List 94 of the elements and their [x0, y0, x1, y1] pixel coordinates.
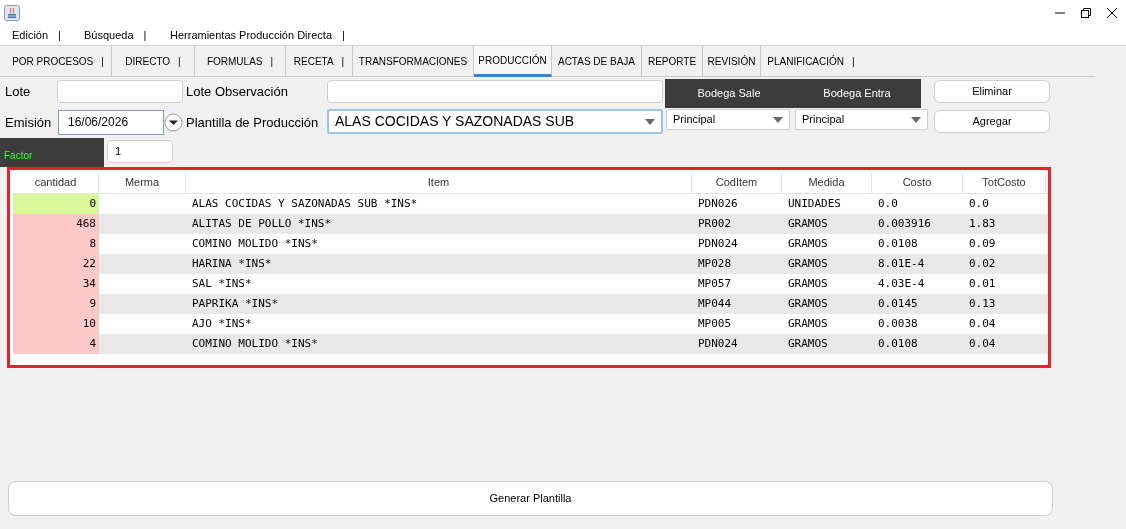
table-cell-text: 8.01E-4 [877, 256, 926, 272]
close-icon[interactable] [1106, 6, 1118, 19]
lote-field[interactable] [57, 80, 183, 103]
table-cell-text: 0.01 [968, 276, 997, 292]
table-cell-text: ALITAS DE POLLO *INS* [191, 216, 333, 232]
template-dropdown[interactable]: ALAS COCIDAS Y SAZONADAS SUB [327, 109, 663, 134]
field-label: Emisión [5, 114, 52, 132]
table-cell-text: 0.0108 [877, 336, 919, 352]
menu-item[interactable]: Herramientas Producción Directa [170, 26, 332, 44]
table-cell-text: SAL *INS* [191, 276, 253, 292]
app-icon [4, 4, 20, 21]
table-cell: 10 [13, 314, 99, 334]
maximize-icon[interactable] [1080, 6, 1092, 19]
table-cell-text: 0.13 [968, 296, 997, 312]
column-header[interactable]: Medida [782, 172, 872, 193]
table-cell-text: 1.83 [968, 216, 997, 232]
table-cell-text: 0.0108 [877, 236, 919, 252]
column-header[interactable]: Item [186, 172, 692, 193]
table-cell: 468 [13, 214, 99, 234]
table-cell-text: GRAMOS [787, 316, 829, 332]
field-label: Lote Observación [186, 83, 288, 101]
column-header[interactable]: TotCosto [963, 172, 1046, 193]
table-cell-text: 0.0038 [877, 316, 919, 332]
add-button[interactable]: Agregar [934, 110, 1050, 133]
date-picker-button[interactable] [164, 111, 183, 134]
table-cell-text: 4.03E-4 [877, 276, 926, 292]
table-cell: 4 [13, 334, 99, 354]
table-cell-text: UNIDADES [787, 196, 842, 212]
menu-separator: | [143, 27, 147, 43]
table-cell: 9 [13, 294, 99, 314]
table-cell-text: GRAMOS [787, 236, 829, 252]
table-cell-text: 0.003916 [877, 216, 932, 232]
tab[interactable]: REPORTE [642, 46, 703, 77]
column-header[interactable]: Costo [872, 172, 963, 193]
table-cell-text: MP044 [697, 296, 733, 312]
lote-observation-field[interactable] [327, 80, 663, 103]
table-cell: 34 [13, 274, 99, 294]
table-cell-text: 0.0 [877, 196, 899, 212]
column-label: Factor [4, 149, 33, 163]
table-cell: 0 [13, 194, 99, 214]
table-cell-text: 0.0145 [877, 296, 919, 312]
column-header[interactable]: cantidad [13, 172, 99, 193]
table-cell-text: GRAMOS [787, 296, 829, 312]
field-label: Plantilla de Producción [186, 114, 319, 132]
tab[interactable]: FORMULAS | [195, 46, 286, 77]
tab[interactable]: PRODUCCIÓN [474, 46, 552, 77]
field-label: Lote [5, 83, 31, 101]
table-cell: 8 [13, 234, 99, 254]
table-cell-text: PDN024 [697, 236, 739, 252]
table-cell-text: GRAMOS [787, 276, 829, 292]
table-cell-text: COMINO MOLIDO *INS* [191, 236, 319, 252]
table-cell-text: GRAMOS [787, 256, 829, 272]
tab[interactable]: PLANIFICACIÓN | [761, 46, 861, 77]
table-cell-text: 0.04 [968, 316, 997, 332]
delete-button[interactable]: Eliminar [934, 80, 1050, 103]
table-cell: 22 [13, 254, 99, 274]
table-cell-text: HARINA *INS* [191, 256, 273, 272]
table-cell-text: ALAS COCIDAS Y SAZONADAS SUB *INS* [191, 196, 419, 212]
generate-template-button[interactable]: Generar Plantilla [8, 481, 1053, 516]
table-cell-text: MP028 [697, 256, 733, 272]
factor-field[interactable]: 1 [107, 140, 173, 163]
table-cell-text: PDN024 [697, 336, 739, 352]
table-cell-text: 0.09 [968, 236, 997, 252]
menu-separator: | [342, 27, 345, 43]
dropdown-arrow-icon [911, 116, 921, 123]
column-label: Bodega Entra [822, 86, 892, 102]
column-header[interactable]: Merma [99, 172, 186, 193]
table-cell-text: AJO *INS* [191, 316, 253, 332]
table-cell-text: MP057 [697, 276, 733, 292]
tab[interactable]: ACTAS DE BAJA [552, 46, 642, 77]
tab[interactable]: DIRECTO | [112, 46, 195, 77]
dropdown-arrow-icon [773, 116, 783, 123]
column-label: Bodega Sale [696, 86, 762, 102]
menu-item[interactable]: Búsqueda [84, 26, 134, 44]
menu-item[interactable]: Edición [12, 26, 49, 44]
menu-separator: | [58, 27, 61, 43]
table-cell-text: MP005 [697, 316, 733, 332]
table-cell-text: PDN026 [697, 196, 739, 212]
table-cell-text: PAPRIKA *INS* [191, 296, 280, 312]
table-cell-text: GRAMOS [787, 336, 829, 352]
date-field[interactable]: 16/06/2026 [58, 110, 164, 135]
dropdown-arrow-icon [645, 118, 655, 125]
table-cell-text: PR002 [697, 216, 733, 232]
tab[interactable]: RECETA | [286, 46, 353, 77]
table-cell-text: 0.04 [968, 336, 997, 352]
tab[interactable]: POR PROCESOS | [5, 46, 112, 77]
table-cell-text: 0.02 [968, 256, 997, 272]
dropdown[interactable]: Principal [666, 109, 790, 130]
tab[interactable]: REVISIÓN [703, 46, 761, 77]
column-header[interactable]: CodItem [692, 172, 782, 193]
table-cell-text: GRAMOS [787, 216, 829, 232]
dropdown[interactable]: Principal [795, 109, 928, 130]
table-cell-text: COMINO MOLIDO *INS* [191, 336, 319, 352]
table-cell-text: 0.0 [968, 196, 990, 212]
